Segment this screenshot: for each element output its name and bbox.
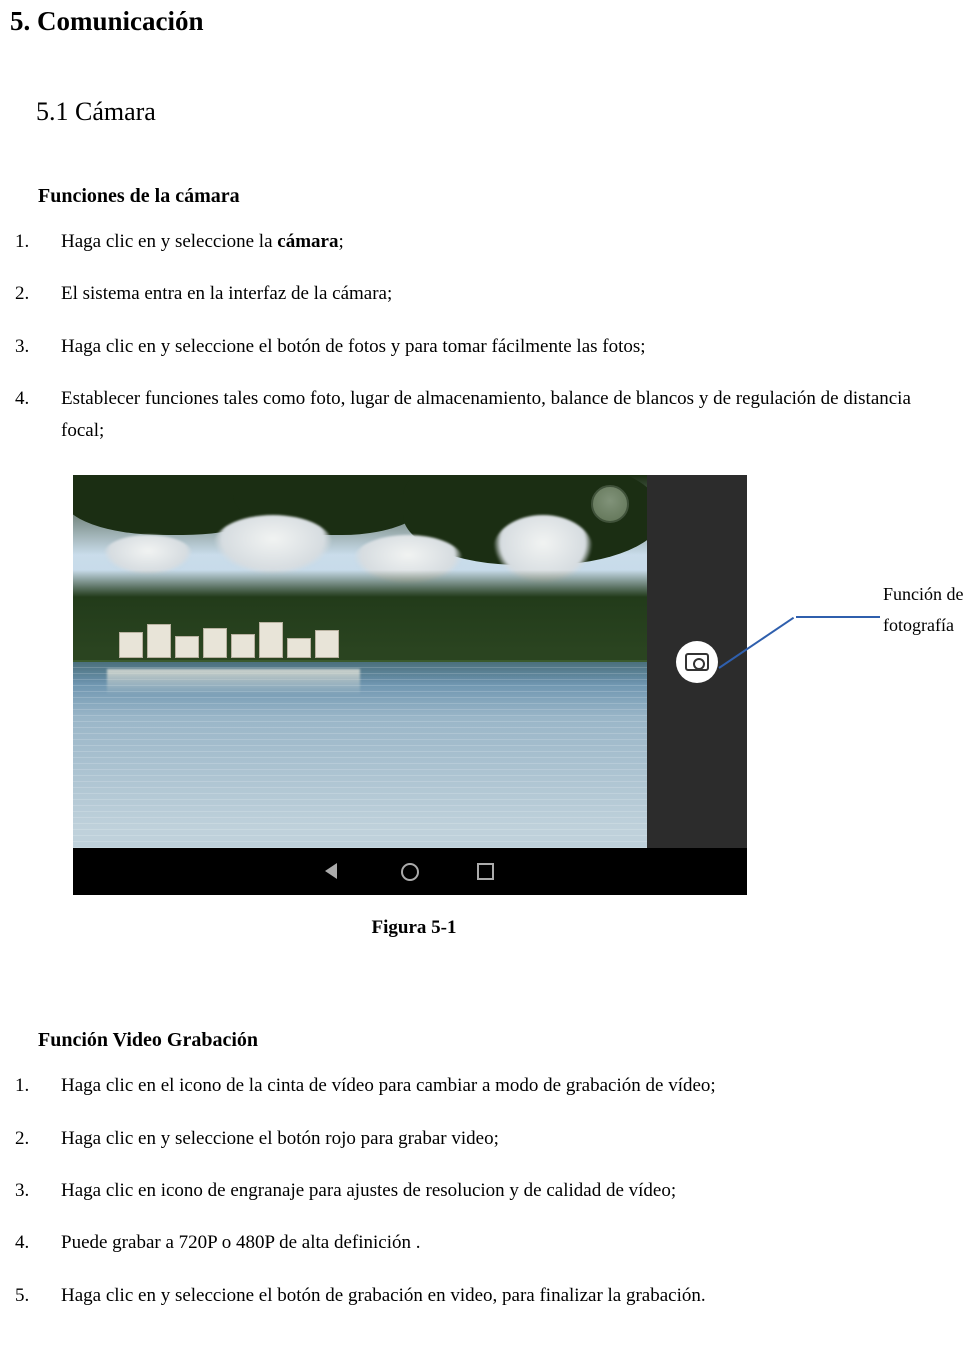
video-function-block: Función Video Grabación Haga clic en el … — [38, 1029, 941, 1311]
video-step-5: Haga clic en y seleccione el botón de gr… — [34, 1280, 941, 1312]
video-function-title: Función Video Grabación — [38, 1029, 941, 1052]
step-text: Haga clic en y seleccione el botón de fo… — [61, 336, 646, 357]
callout-text-line2: fotografía — [883, 615, 954, 635]
camera-icon — [685, 653, 709, 671]
step-text: El sistema entra en la interfaz de la cá… — [61, 283, 392, 304]
step-text: Haga clic en el icono de la cinta de víd… — [61, 1075, 716, 1096]
nav-home-icon — [401, 863, 419, 881]
camera-step-3: Haga clic en y seleccione el botón de fo… — [34, 331, 941, 363]
nav-home-button[interactable] — [401, 863, 419, 881]
step-text: Haga clic en y seleccione el botón de gr… — [61, 1285, 706, 1306]
section-heading: 5. Comunicación — [10, 6, 961, 37]
video-step-2: Haga clic en y seleccione el botón rojo … — [34, 1123, 941, 1155]
callout-leader-line — [796, 616, 880, 618]
camera-functions-block: Funciones de la cámara Haga clic en y se… — [38, 185, 941, 447]
callout-text-line1: Función de — [883, 584, 964, 604]
water-reflection — [73, 662, 647, 849]
step-text: ; — [338, 231, 343, 252]
camera-viewport — [73, 475, 747, 848]
step-text: Haga clic en y seleccione el botón rojo … — [61, 1128, 499, 1149]
callout-photo-function: Función de fotografía — [883, 579, 971, 640]
page: 5. Comunicación 5.1 Cámara Funciones de … — [0, 6, 971, 1366]
nav-recent-icon — [477, 863, 494, 880]
camera-steps-list: Haga clic en y seleccione la cámara; El … — [38, 226, 941, 447]
android-navbar — [73, 848, 747, 895]
subsection-heading: 5.1 Cámara — [36, 97, 961, 127]
camera-functions-title: Funciones de la cámara — [38, 185, 941, 208]
camera-preview[interactable] — [73, 475, 647, 848]
figure-caption: Figura 5-1 — [10, 917, 818, 939]
camera-step-4: Establecer funciones tales como foto, lu… — [34, 383, 941, 448]
step-text: Establecer funciones tales como foto, lu… — [61, 388, 911, 441]
camera-step-1: Haga clic en y seleccione la cámara; — [34, 226, 941, 258]
shutter-button[interactable] — [676, 641, 718, 683]
camera-step-2: El sistema entra en la interfaz de la cá… — [34, 278, 941, 310]
step-text: Haga clic en icono de engranaje para aju… — [61, 1180, 676, 1201]
camera-bold-word: cámara — [277, 231, 338, 252]
tablet-screenshot — [73, 475, 747, 895]
step-text: Haga clic en y seleccione la — [61, 231, 277, 252]
nav-back-button[interactable] — [325, 863, 343, 881]
buildings — [119, 614, 360, 658]
video-steps-list: Haga clic en el icono de la cinta de víd… — [38, 1070, 941, 1311]
figure-5-1-wrapper: Función de fotografía — [73, 475, 971, 895]
nav-back-icon — [325, 863, 337, 879]
nav-recent-button[interactable] — [477, 863, 495, 881]
video-step-3: Haga clic en icono de engranaje para aju… — [34, 1175, 941, 1207]
video-step-1: Haga clic en el icono de la cinta de víd… — [34, 1070, 941, 1102]
camera-sidebar — [647, 475, 747, 848]
video-step-4: Puede grabar a 720P o 480P de alta defin… — [34, 1227, 941, 1259]
step-text: Puede grabar a 720P o 480P de alta defin… — [61, 1232, 421, 1253]
